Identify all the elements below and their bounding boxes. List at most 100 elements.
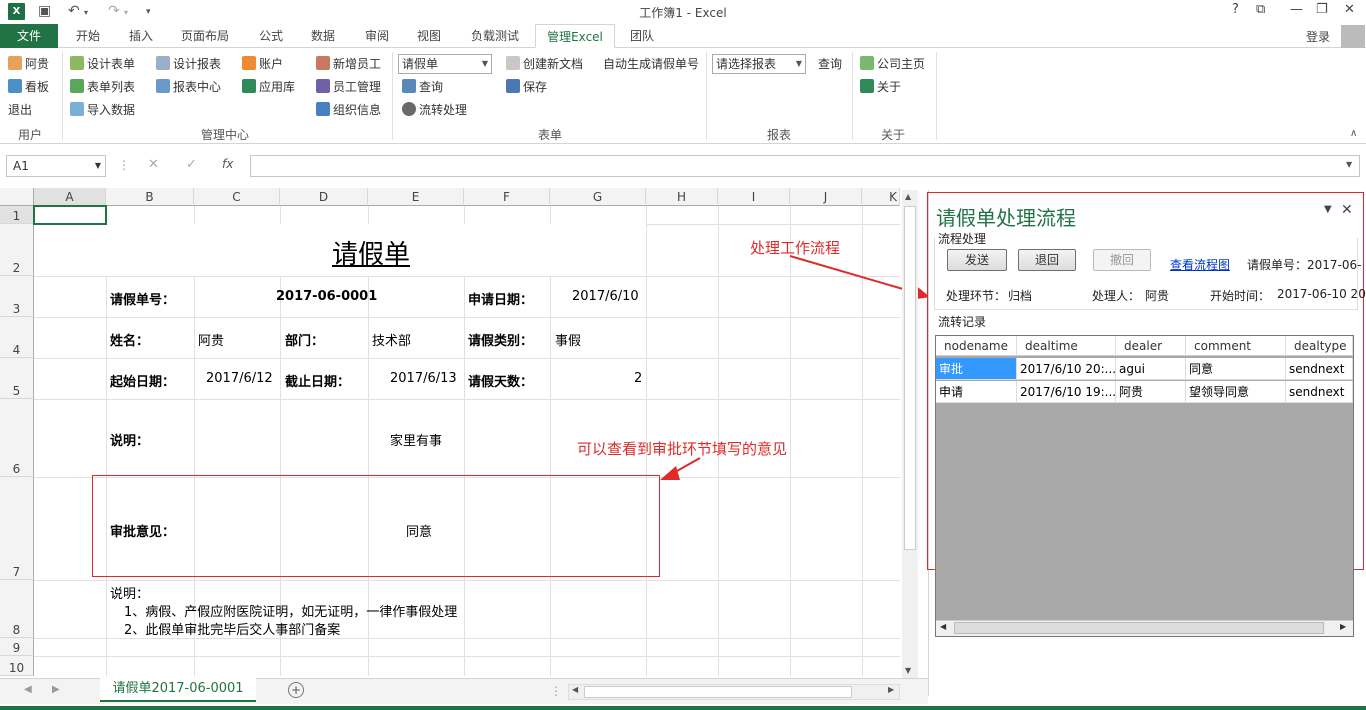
form-select[interactable]: 请假单 ▼	[398, 54, 492, 74]
column-header-b[interactable]: B	[106, 188, 194, 206]
start-date-value[interactable]: 2017/6/12	[206, 371, 273, 386]
add-sheet-icon[interactable]: +	[288, 682, 304, 698]
ribbon-display-icon[interactable]: ⧉	[1256, 2, 1265, 17]
scroll-up-icon[interactable]: ▲	[905, 192, 911, 201]
grid-cell[interactable]: 审批	[936, 358, 1017, 380]
return-button[interactable]: 退回	[1018, 249, 1076, 271]
tab-home[interactable]: 开始	[64, 24, 112, 48]
grid-scroll-thumb[interactable]	[954, 622, 1324, 634]
create-doc-button[interactable]: 创建新文档	[506, 54, 583, 74]
tab-team[interactable]: 团队	[620, 24, 664, 48]
column-header-d[interactable]: D	[280, 188, 368, 206]
add-employee-button[interactable]: 新增员工	[316, 54, 381, 74]
insert-function-button[interactable]: fx	[222, 157, 233, 171]
design-report-button[interactable]: 设计报表	[156, 54, 221, 74]
row-header-2[interactable]: 2	[0, 224, 34, 276]
org-info-button[interactable]: 组织信息	[316, 100, 381, 120]
tab-page-layout[interactable]: 页面布局	[172, 24, 238, 48]
row-header-5[interactable]: 5	[0, 358, 34, 399]
save-form-button[interactable]: 保存	[506, 77, 547, 97]
about-button[interactable]: 关于	[860, 77, 901, 97]
tab-manage-excel[interactable]: 管理Excel	[535, 24, 615, 48]
cancel-icon[interactable]: ✕	[148, 157, 159, 172]
grid-cell[interactable]: 申请	[936, 381, 1017, 403]
avatar[interactable]	[1341, 25, 1365, 49]
send-button[interactable]: 发送	[947, 249, 1007, 271]
name-box[interactable]: A1 ▼	[6, 155, 106, 177]
user-button[interactable]: 阿贵	[8, 54, 49, 74]
row-header-1[interactable]: 1	[0, 206, 34, 224]
report-query-button[interactable]: 查询	[818, 54, 842, 74]
column-header-c[interactable]: C	[194, 188, 280, 206]
column-header-f[interactable]: F	[464, 188, 550, 206]
workflow-process-button[interactable]: 流转处理	[402, 100, 467, 120]
grid-scroll-left-icon[interactable]: ◀	[940, 622, 946, 631]
column-header-g[interactable]: G	[550, 188, 646, 206]
grid-header-nodename[interactable]: nodename	[936, 336, 1017, 356]
grid-cell[interactable]: 望领导同意	[1186, 381, 1286, 403]
row-header-6[interactable]: 6	[0, 399, 34, 477]
column-header-a[interactable]: A	[34, 188, 106, 206]
minimize-icon[interactable]: —	[1290, 2, 1303, 17]
description-value[interactable]: 家里有事	[390, 430, 442, 449]
name-value[interactable]: 阿贵	[198, 330, 224, 349]
grid-scroll-right-icon[interactable]: ▶	[1340, 622, 1346, 631]
company-home-button[interactable]: 公司主页	[860, 54, 925, 74]
sheet-tab-active[interactable]: 请假单2017-06-0001	[100, 678, 256, 702]
form-list-button[interactable]: 表单列表	[70, 77, 135, 97]
scroll-down-icon[interactable]: ▼	[905, 666, 911, 675]
leave-days-value[interactable]: 2	[634, 371, 642, 386]
row-header-4[interactable]: 4	[0, 317, 34, 358]
report-center-button[interactable]: 报表中心	[156, 77, 221, 97]
selected-cell[interactable]	[33, 205, 107, 225]
view-flowchart-link[interactable]: 查看流程图	[1170, 256, 1230, 273]
scroll-right-icon[interactable]: ▶	[888, 685, 894, 694]
dept-value[interactable]: 技术部	[372, 330, 411, 349]
tab-review[interactable]: 审阅	[354, 24, 400, 48]
app-library-button[interactable]: 应用库	[242, 77, 295, 97]
grid-cell[interactable]: sendnext	[1286, 358, 1353, 380]
row-header-9[interactable]: 9	[0, 638, 34, 656]
dashboard-button[interactable]: 看板	[8, 77, 49, 97]
tab-formulas[interactable]: 公式	[248, 24, 294, 48]
grid-cell[interactable]: 阿贵	[1116, 381, 1186, 403]
restore-icon[interactable]: ❐	[1316, 2, 1328, 17]
grid-cell[interactable]: 2017/6/10 19:...	[1017, 381, 1116, 403]
scroll-left-icon[interactable]: ◀	[572, 685, 578, 694]
grid-cell[interactable]: sendnext	[1286, 381, 1353, 403]
leave-type-value[interactable]: 事假	[555, 330, 581, 349]
column-header-j[interactable]: J	[790, 188, 862, 206]
h-scroll-thumb[interactable]	[584, 686, 852, 698]
column-header-h[interactable]: H	[646, 188, 718, 206]
grid-header-dealtime[interactable]: dealtime	[1017, 336, 1116, 356]
collapse-ribbon-icon[interactable]: ∧	[1350, 128, 1357, 139]
auto-generate-button[interactable]: 自动生成请假单号	[603, 54, 699, 74]
panel-menu-icon[interactable]: ▼	[1324, 204, 1332, 215]
row-header-7[interactable]: 7	[0, 477, 34, 580]
formula-input[interactable]	[250, 155, 1360, 177]
report-select[interactable]: 请选择报表 ▼	[712, 54, 806, 74]
tab-view[interactable]: 视图	[406, 24, 452, 48]
import-data-button[interactable]: 导入数据	[70, 100, 135, 120]
tab-data[interactable]: 数据	[300, 24, 346, 48]
form-query-button[interactable]: 查询	[402, 77, 443, 97]
close-icon[interactable]: ✕	[1344, 2, 1355, 17]
grid-cell[interactable]: 2017/6/10 20:...	[1017, 358, 1116, 380]
next-sheet-icon[interactable]: ▶	[52, 684, 60, 695]
grid-header-comment[interactable]: comment	[1186, 336, 1286, 356]
tab-load-test[interactable]: 负载测试	[462, 24, 528, 48]
expand-formula-icon[interactable]: ▼	[1346, 160, 1352, 169]
tab-insert[interactable]: 插入	[118, 24, 164, 48]
splitter-icon[interactable]: ⋮	[550, 684, 562, 698]
row-header-3[interactable]: 3	[0, 276, 34, 317]
employee-manage-button[interactable]: 员工管理	[316, 77, 381, 97]
column-header-i[interactable]: I	[718, 188, 790, 206]
revoke-button[interactable]: 撤回	[1093, 249, 1151, 271]
design-form-button[interactable]: 设计表单	[70, 54, 135, 74]
confirm-icon[interactable]: ✓	[186, 157, 197, 172]
logout-button[interactable]: 退出	[8, 100, 32, 120]
select-all-button[interactable]	[0, 188, 34, 206]
panel-close-icon[interactable]: ✕	[1341, 202, 1353, 218]
grid-cell[interactable]: agui	[1116, 358, 1186, 380]
scroll-thumb[interactable]	[904, 206, 916, 550]
